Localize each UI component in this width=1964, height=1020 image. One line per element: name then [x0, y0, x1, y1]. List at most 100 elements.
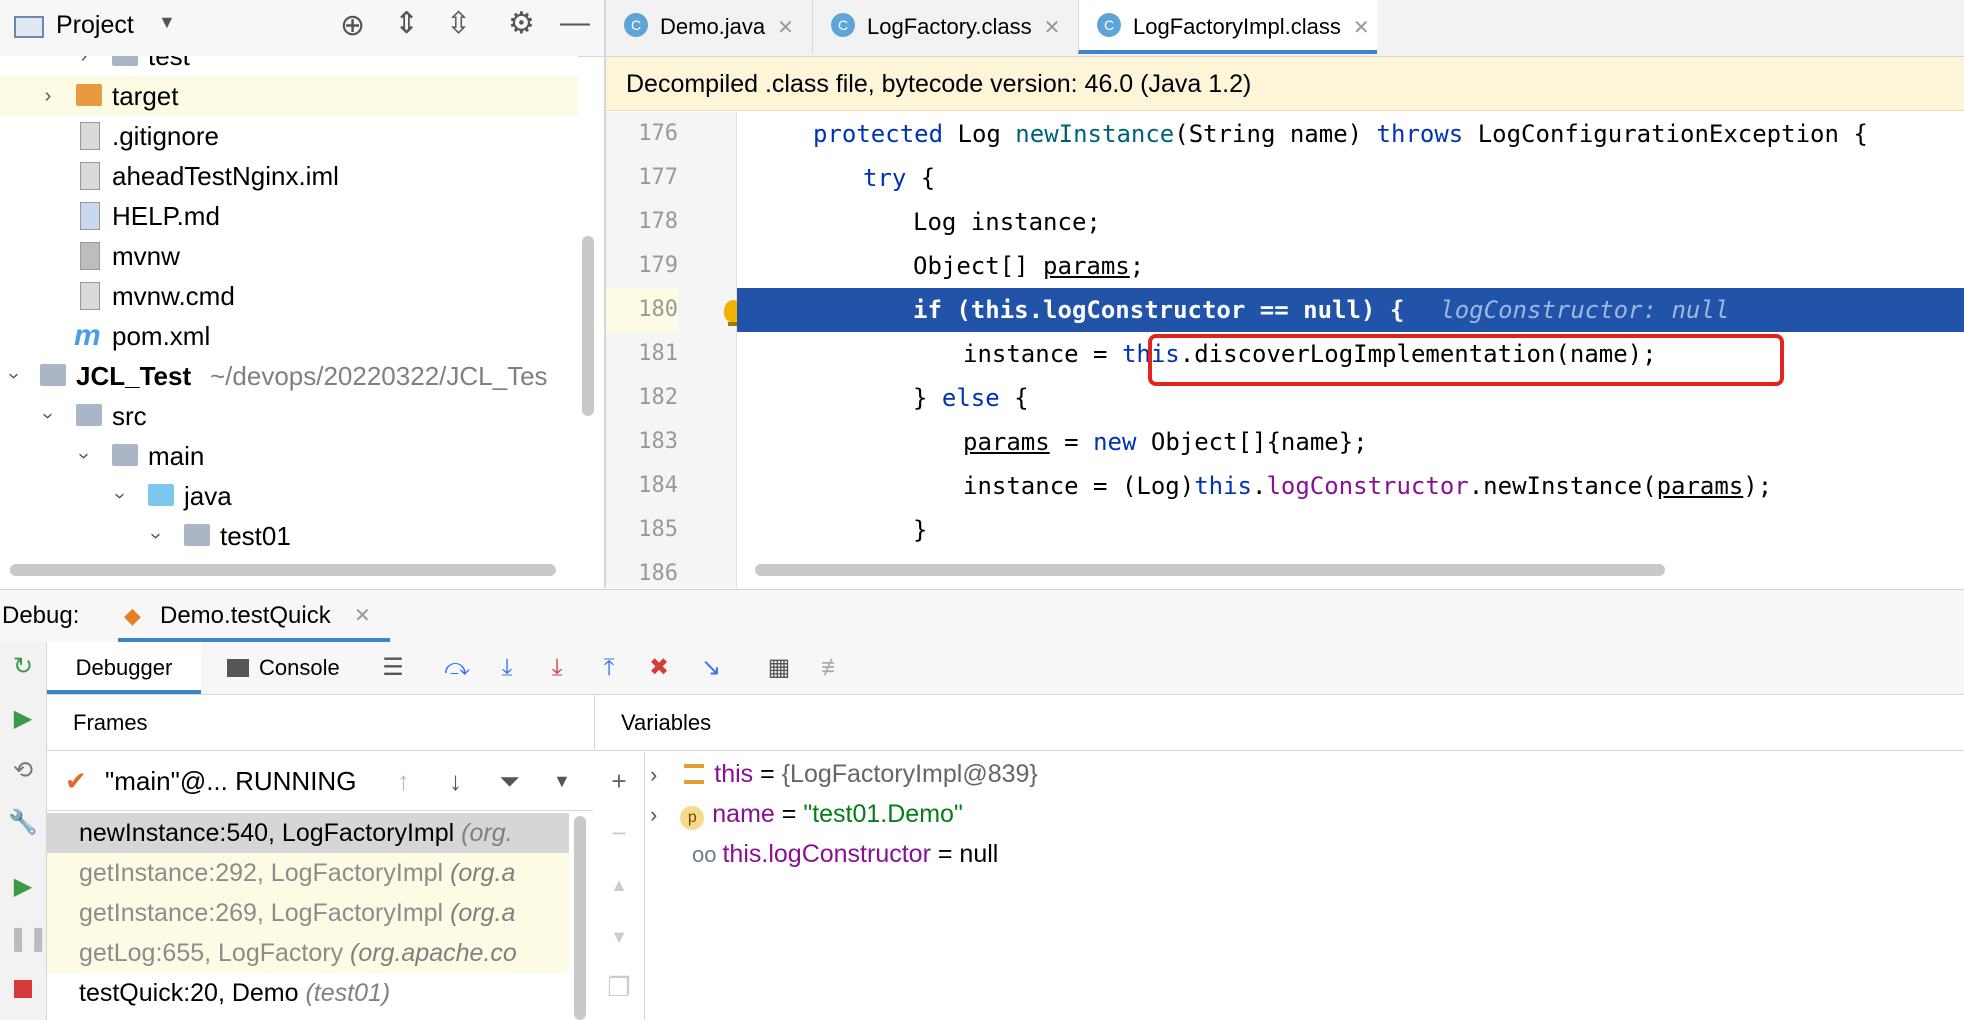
chevron-right-icon[interactable]: ›: [38, 76, 58, 116]
variable-logconstructor[interactable]: oo this.logConstructor = null: [692, 834, 998, 874]
tree-item-mvnw-cmd[interactable]: mvnw.cmd: [0, 276, 578, 316]
debugger-toolbar: Debugger Console ☰ ⤼ ⤓ ⤓ ⤒ ✖ ↘ ▦ ≢: [47, 642, 1964, 695]
close-icon[interactable]: ✕: [1353, 17, 1370, 39]
stack-frame[interactable]: newInstance:540, LogFactoryImpl (org.: [47, 813, 569, 853]
line-number: 180: [606, 288, 678, 332]
step-into-icon[interactable]: ⤓: [491, 652, 523, 684]
gear-icon[interactable]: ⚙: [508, 6, 535, 41]
tree-label: java: [184, 481, 232, 511]
close-icon[interactable]: ✕: [777, 17, 794, 39]
stop-icon[interactable]: [8, 976, 38, 1006]
variable-this[interactable]: › this = {LogFactoryImpl@839}: [650, 754, 1038, 794]
tab-label: Demo.java: [660, 14, 766, 39]
stack-frame[interactable]: testQuick:20, Demo (test01): [47, 973, 569, 1013]
folder-icon: [76, 84, 102, 106]
pause-icon[interactable]: ❚❚: [8, 924, 48, 954]
tree-label: aheadTestNginx.iml: [112, 161, 339, 191]
editor-horizontal-scrollbar[interactable]: [755, 564, 1665, 576]
tab-debugger[interactable]: Debugger: [47, 642, 201, 694]
checkmark-icon: ✔: [65, 766, 87, 796]
close-icon[interactable]: ✕: [354, 590, 371, 642]
tab-logfactory-class[interactable]: C LogFactory.class ✕: [812, 0, 1087, 54]
stack-frame[interactable]: getLog:655, LogFactory (org.apache.co: [47, 933, 569, 973]
step-over-icon[interactable]: ⤼: [441, 652, 473, 684]
chevron-down-icon[interactable]: ▼: [553, 752, 571, 810]
object-icon: [684, 764, 705, 784]
chevron-down-icon[interactable]: ›: [100, 486, 140, 506]
wrench-icon[interactable]: 🔧: [8, 808, 38, 838]
layout-menu-icon[interactable]: ☰: [377, 652, 409, 684]
tree-item-main[interactable]: › main: [0, 436, 578, 476]
rerun-icon[interactable]: ↻: [8, 652, 38, 682]
tree-label: mvnw: [112, 241, 180, 271]
drop-frame-icon[interactable]: ✖: [643, 652, 675, 684]
debug-session-tab[interactable]: ◆ Demo.testQuick ✕: [118, 590, 390, 642]
project-title[interactable]: Project: [56, 11, 134, 40]
line-number: 185: [638, 517, 678, 542]
tree-item-mvnw[interactable]: mvnw: [0, 236, 578, 276]
thread-selector[interactable]: ✔ "main"@... RUNNING ↑ ↓ ⏷ ▼: [47, 752, 593, 811]
debug-session-icon: ◆: [124, 603, 141, 628]
tree-label: HELP.md: [112, 201, 220, 231]
code-line-183: params = new Object[]{name};: [963, 428, 1368, 456]
tree-item-java[interactable]: › java: [0, 476, 578, 516]
class-file-icon: C: [831, 13, 855, 37]
tab-label: Debugger: [75, 655, 173, 680]
tab-logfactoryimpl-class[interactable]: C LogFactoryImpl.class ✕: [1078, 0, 1377, 54]
tree-item-pom[interactable]: m pom.xml: [0, 316, 578, 356]
filter-icon[interactable]: ⏷: [499, 752, 520, 810]
tree-item-help-md[interactable]: HELP.md: [0, 196, 578, 236]
resume-program-icon[interactable]: ▶: [8, 872, 38, 902]
step-out-icon[interactable]: ⤒: [593, 652, 625, 684]
add-watch-icon[interactable]: +: [606, 768, 632, 794]
console-icon: [227, 659, 249, 677]
copy-icon[interactable]: ❐: [606, 974, 632, 1000]
chevron-down-icon[interactable]: ▼: [158, 12, 176, 33]
variables-header: Variables: [594, 695, 1964, 751]
remove-watch-icon[interactable]: −: [606, 820, 632, 846]
debug-tool-header: Debug: ◆ Demo.testQuick ✕: [0, 589, 1964, 643]
restore-layout-icon[interactable]: ⟲: [8, 756, 38, 786]
variable-name[interactable]: › p name = "test01.Demo": [650, 794, 963, 834]
tree-item-jcl-test[interactable]: › JCL_Test ~/devops/20220322/JCL_Tes: [0, 356, 578, 396]
force-step-into-icon[interactable]: ⤓: [541, 652, 573, 684]
tree-item-src[interactable]: › src: [0, 396, 578, 436]
tree-item-target[interactable]: › target: [0, 76, 578, 116]
annotation-highlight-box: [1148, 334, 1784, 386]
project-horizontal-scrollbar[interactable]: [10, 564, 556, 576]
locate-icon[interactable]: ⊕: [340, 8, 365, 43]
line-number: 181: [638, 341, 678, 366]
frames-scrollbar[interactable]: [574, 816, 586, 1020]
expand-all-icon[interactable]: ⇕: [394, 6, 419, 41]
close-icon[interactable]: ✕: [1044, 17, 1061, 39]
trace-stream-icon[interactable]: ≢: [817, 652, 849, 684]
minimize-icon[interactable]: —: [560, 6, 590, 40]
chevron-down-icon[interactable]: ›: [0, 366, 34, 386]
tab-console[interactable]: Console: [227, 642, 340, 692]
collapse-all-icon[interactable]: ⇳: [446, 6, 471, 41]
stack-frame[interactable]: getInstance:292, LogFactoryImpl (org.a: [47, 853, 569, 893]
move-up-icon[interactable]: ▲: [606, 872, 632, 898]
stack-frame[interactable]: getInstance:269, LogFactoryImpl (org.a: [47, 893, 569, 933]
arrow-up-icon[interactable]: ↑: [397, 752, 410, 810]
chevron-down-icon[interactable]: ›: [28, 406, 68, 426]
frames-header: Frames: [47, 695, 593, 751]
folder-icon: [112, 444, 138, 466]
chevron-right-icon[interactable]: ›: [74, 56, 94, 76]
project-vertical-scrollbar[interactable]: [582, 236, 594, 416]
tree-item-test[interactable]: › test: [0, 56, 578, 76]
arrow-down-icon[interactable]: ↓: [449, 752, 462, 810]
resume-icon[interactable]: ▶: [8, 704, 38, 734]
tree-label: target: [112, 81, 179, 111]
script-icon: [80, 242, 100, 270]
evaluate-expression-icon[interactable]: ▦: [763, 652, 795, 684]
chevron-right-icon[interactable]: ›: [650, 762, 657, 787]
tree-item-test01[interactable]: › test01: [0, 516, 578, 556]
chevron-down-icon[interactable]: ›: [64, 446, 104, 466]
run-to-cursor-icon[interactable]: ↘: [695, 652, 727, 684]
tree-item-gitignore[interactable]: .gitignore: [0, 116, 578, 156]
tree-item-iml[interactable]: aheadTestNginx.iml: [0, 156, 578, 196]
move-down-icon[interactable]: ▼: [606, 924, 632, 950]
chevron-down-icon[interactable]: ›: [136, 526, 176, 546]
chevron-right-icon[interactable]: ›: [650, 802, 657, 827]
